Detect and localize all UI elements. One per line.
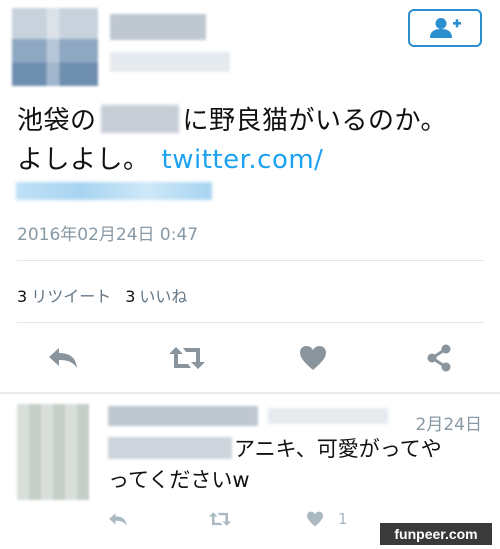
share-button[interactable]: [416, 340, 462, 376]
username-redacted: [110, 52, 230, 72]
reply-username-redacted: [268, 408, 388, 424]
reply-text-line2: ってくださいw: [108, 468, 250, 492]
heart-icon: [307, 511, 323, 527]
divider: [17, 322, 484, 323]
avatar[interactable]: [12, 8, 98, 86]
heart-icon: [300, 346, 326, 370]
reply-like-count: 1: [338, 510, 348, 528]
tweet-timestamp: 2016年02月24日 0:47: [17, 225, 199, 245]
reply-button[interactable]: [40, 340, 86, 376]
reply-text: アニキ、可愛がってや ってくださいw: [108, 434, 488, 496]
divider: [17, 260, 484, 261]
likes-label: いいね: [139, 287, 188, 306]
reply-retweet-button[interactable]: [204, 508, 236, 530]
reply-icon: [49, 348, 77, 368]
tweet-link[interactable]: twitter.com/: [162, 145, 324, 175]
tweet-text-line2: よしよし。: [17, 145, 150, 175]
watermark: funpeer.com: [380, 523, 492, 545]
tweet-text: 池袋の に野良猫がいるのか。 よしよし。 twitter.com/: [17, 102, 487, 180]
reply-avatar[interactable]: [17, 404, 89, 500]
tweet-stats: 3 リツイート 3 いいね: [17, 283, 187, 307]
reply-icon: [109, 512, 127, 526]
link-redacted[interactable]: [16, 182, 212, 200]
reply-like-button[interactable]: 1: [306, 508, 354, 530]
reply-reply-button[interactable]: [104, 508, 132, 530]
like-button[interactable]: [290, 340, 336, 376]
retweet-icon: [208, 512, 232, 526]
follow-button[interactable]: [408, 9, 482, 47]
reply-date: 2月24日: [415, 415, 482, 435]
tweet-text-part1: 池袋の: [17, 106, 97, 136]
display-name-redacted: [110, 14, 206, 40]
likes-count: 3: [125, 287, 136, 306]
retweet-button[interactable]: [164, 340, 210, 376]
reply-name-redacted: [108, 406, 258, 426]
retweet-icon: [169, 347, 205, 369]
retweets-count: 3: [17, 287, 28, 306]
retweets-label: リツイート: [31, 287, 112, 306]
share-icon: [427, 344, 451, 372]
tweet-text-part2: に野良猫がいるのか。: [182, 106, 447, 136]
follow-icon: [430, 18, 461, 38]
likes-stat[interactable]: 3 いいね: [125, 287, 187, 306]
section-divider: [0, 392, 500, 394]
redacted-word: [100, 105, 179, 133]
retweets-stat[interactable]: 3 リツイート: [17, 287, 111, 306]
reply-text-line1: アニキ、可愛がってや: [234, 437, 442, 461]
redacted-mention: [108, 437, 232, 459]
